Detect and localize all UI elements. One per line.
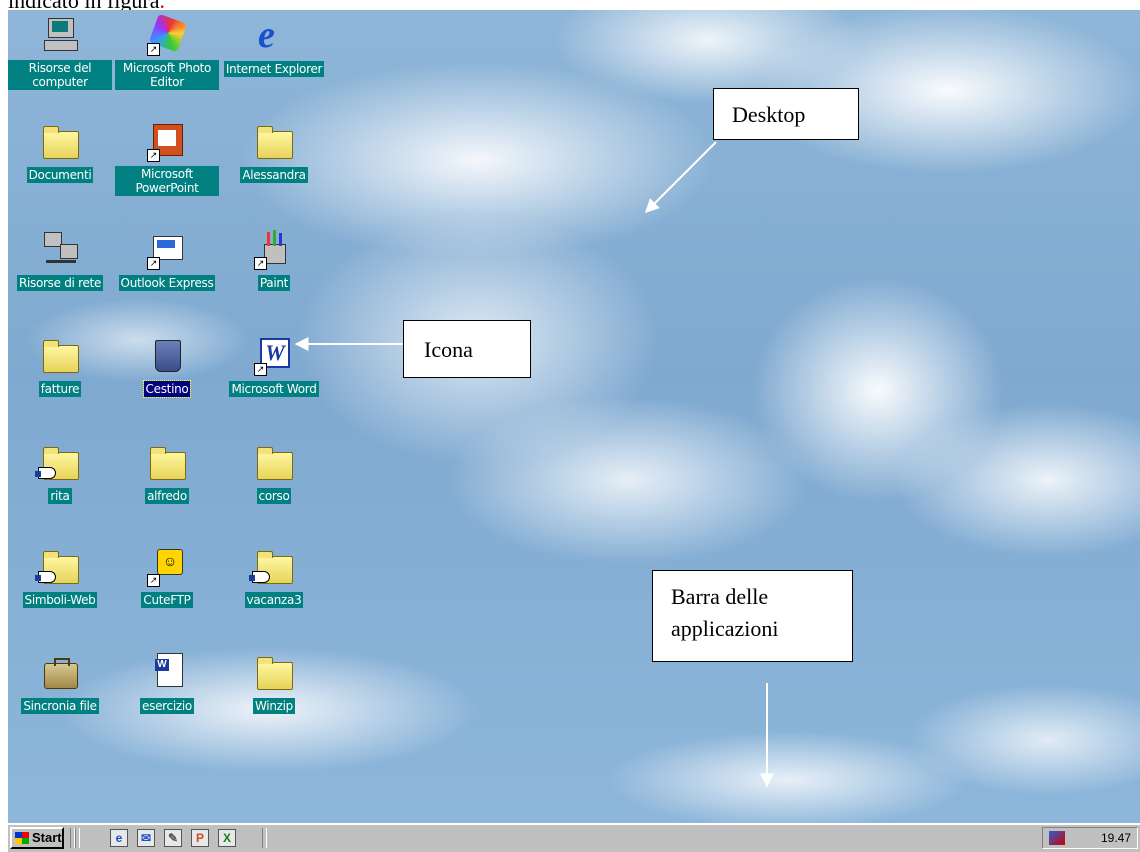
icon-label: CuteFTP [141, 592, 193, 608]
desktop[interactable]: Risorse del computer ↗ Microsoft Photo E… [8, 10, 1140, 823]
network-icon [40, 230, 80, 270]
ie-quicklaunch-icon[interactable]: e [110, 829, 128, 847]
briefcase-icon [40, 653, 80, 693]
cuteftp-icon: ☺ ↗ [147, 547, 187, 587]
folder-icon [254, 653, 294, 693]
recycle-bin-icon [147, 336, 187, 376]
icon-label: Microsoft Photo Editor [115, 60, 219, 90]
excel-quicklaunch-icon[interactable]: X [218, 829, 236, 847]
desktop-icon-simboli-web[interactable]: Simboli-Web [8, 547, 112, 609]
folder-icon [147, 443, 187, 483]
outlook-quicklaunch-icon[interactable]: ✉ [137, 829, 155, 847]
desktop-icon-winzip[interactable]: Winzip [222, 653, 326, 715]
start-button[interactable]: Start [10, 827, 64, 849]
icon-label: Documenti [26, 167, 94, 183]
desktop-icon-documenti[interactable]: Documenti [8, 122, 112, 184]
shared-folder-icon [249, 547, 294, 587]
folder-icon [40, 336, 80, 376]
icon-label: vacanza3 [244, 592, 304, 608]
icon-label: Internet Explorer [223, 61, 325, 77]
desktop-icon-fatture[interactable]: fatture [8, 336, 112, 398]
paint-icon: ↗ [254, 230, 294, 270]
desktop-icon-corso[interactable]: corso [222, 443, 326, 505]
desktop-icon-risorse-di-rete[interactable]: Risorse di rete [8, 230, 112, 292]
desktop-icon-photo-editor[interactable]: ↗ Microsoft Photo Editor [115, 13, 219, 91]
taskbar-separator [262, 828, 267, 848]
shared-folder-icon [35, 547, 80, 587]
photo-editor-icon: ↗ [147, 13, 188, 56]
callout-barra-applicazioni: Barra delle applicazioni [652, 570, 853, 662]
icon-label: esercizio [140, 698, 194, 714]
icon-label: alfredo [145, 488, 189, 504]
paint-quicklaunch-icon[interactable]: ✎ [164, 829, 182, 847]
icon-label: Sincronia file [21, 698, 99, 714]
icon-label: Simboli-Web [22, 592, 98, 608]
icon-label: Outlook Express [118, 275, 216, 291]
desktop-icon-paint[interactable]: ↗ Paint [222, 230, 326, 292]
desktop-icon-alfredo[interactable]: alfredo [115, 443, 219, 505]
desktop-icon-internet-explorer[interactable]: e Internet Explorer [222, 16, 326, 78]
callout-desktop: Desktop [713, 88, 859, 140]
icon-label: Winzip [253, 698, 295, 714]
desktop-icon-microsoft-word[interactable]: W ↗ Microsoft Word [222, 336, 326, 398]
desktop-icon-vacanza3[interactable]: vacanza3 [222, 547, 326, 609]
shared-folder-icon [35, 443, 80, 483]
icon-label: corso [256, 488, 292, 504]
icon-label: Microsoft Word [229, 381, 319, 397]
folder-icon [254, 122, 294, 162]
desktop-icon-outlook-express[interactable]: ↗ Outlook Express [115, 230, 219, 292]
desktop-icon-sincronia-file[interactable]: Sincronia file [8, 653, 112, 715]
documents-folder-icon [40, 122, 80, 162]
word-document-icon: W [147, 653, 187, 693]
callout-line-2: applicazioni [671, 616, 779, 641]
start-label: Start [32, 830, 62, 845]
desktop-icon-esercizio[interactable]: W esercizio [115, 653, 219, 715]
desktop-icon-cestino[interactable]: Cestino [115, 336, 219, 398]
callout-icona: Icona [403, 320, 531, 378]
volume-tray-icon[interactable] [1049, 831, 1065, 845]
icon-label: Microsoft PowerPoint [115, 166, 219, 196]
callout-line-1: Barra delle [671, 584, 769, 609]
desktop-icon-cuteftp[interactable]: ☺ ↗ CuteFTP [115, 547, 219, 609]
clock[interactable]: 19.47 [1101, 831, 1131, 845]
icon-label: Paint [257, 275, 291, 291]
icon-label: Cestino [142, 380, 192, 398]
internet-explorer-icon: e [258, 14, 275, 56]
desktop-icon-powerpoint[interactable]: ↗ Microsoft PowerPoint [115, 122, 219, 197]
my-computer-icon [40, 16, 80, 56]
icon-label: Alessandra [240, 167, 308, 183]
powerpoint-icon: ↗ [147, 122, 187, 162]
windows-logo-icon [15, 832, 29, 844]
icon-label: Risorse di rete [16, 275, 104, 291]
outlook-express-icon: ↗ [147, 230, 187, 270]
desktop-icon-alessandra[interactable]: Alessandra [222, 122, 326, 184]
taskbar: Start e ✉ ✎ P X 19.47 [8, 823, 1140, 852]
desktop-icon-rita[interactable]: rita [8, 443, 112, 505]
icon-label: rita [48, 488, 72, 504]
icon-label: Risorse del computer [8, 60, 112, 90]
system-tray: 19.47 [1042, 827, 1138, 849]
desktop-icon-risorse-del-computer[interactable]: Risorse del computer [8, 16, 112, 91]
word-icon: W ↗ [254, 336, 294, 376]
taskbar-separator [75, 828, 80, 848]
folder-icon [254, 443, 294, 483]
powerpoint-quicklaunch-icon[interactable]: P [191, 829, 209, 847]
icon-label: fatture [38, 381, 82, 397]
